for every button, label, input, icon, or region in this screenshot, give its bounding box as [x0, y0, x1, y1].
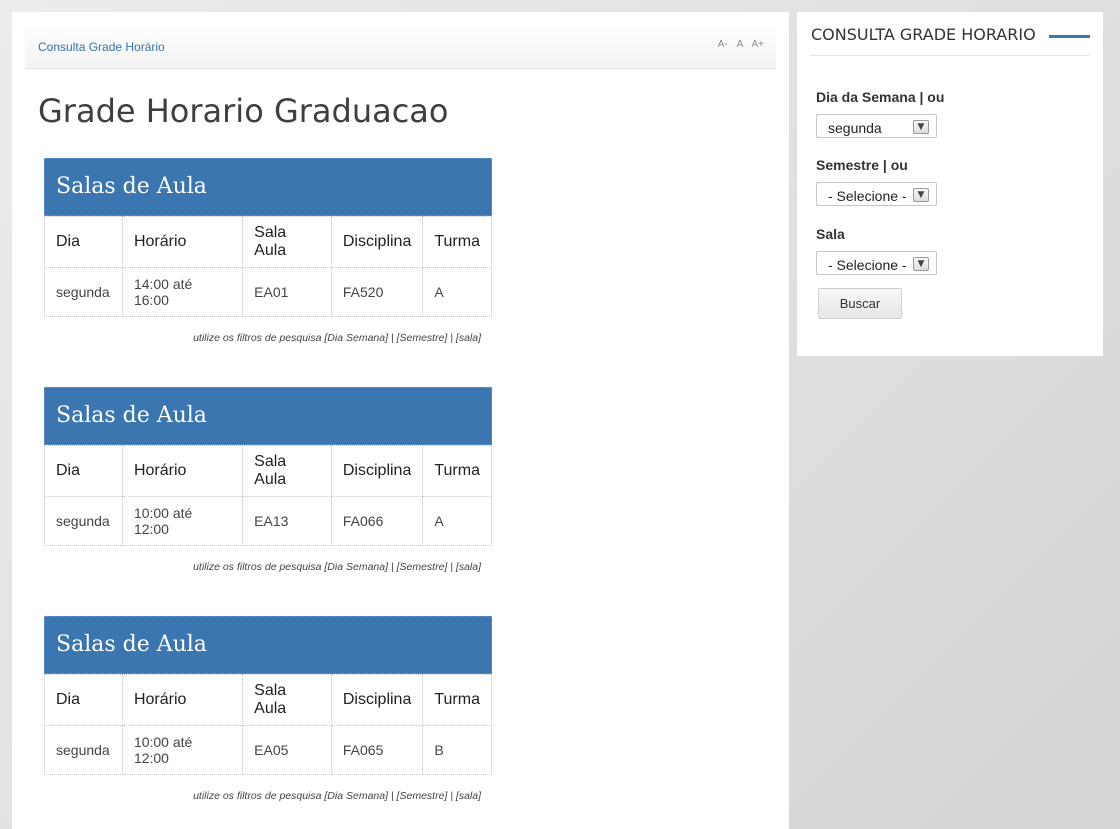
block-header: Salas de Aula — [44, 616, 492, 674]
room-label: Sala — [816, 226, 845, 242]
sidebar-divider — [810, 55, 1090, 56]
chevron-down-icon: ▼ — [913, 120, 929, 134]
filter-note: utilize os filtros de pesquisa [Dia Sema… — [193, 790, 481, 802]
table-cell: EA05 — [242, 725, 332, 775]
column-header: Dia — [44, 674, 123, 726]
table-row: segunda 10:00 até 12:00 EA13 FA066 A — [44, 496, 492, 546]
filter-note: utilize os filtros de pesquisa [Dia Sema… — [193, 561, 481, 573]
table-cell: A — [422, 267, 492, 317]
column-header: Disciplina — [330, 216, 424, 268]
filter-note: utilize os filtros de pesquisa [Dia Sema… — [193, 332, 481, 344]
column-header: Horário — [121, 674, 244, 726]
column-header: Sala Aula — [242, 445, 332, 497]
column-header: Sala Aula — [242, 216, 332, 268]
sidebar-title: CONSULTA GRADE HORARIO — [811, 25, 1036, 44]
table-cell: A — [422, 496, 492, 546]
column-header: Disciplina — [330, 445, 424, 497]
table-cell: EA13 — [242, 496, 332, 546]
table-cell: 14:00 até 16:00 — [121, 267, 244, 317]
table-cell: 10:00 até 12:00 — [121, 725, 244, 775]
table-header-row: Dia Horário Sala Aula Disciplina Turma — [44, 445, 492, 497]
table-cell: segunda — [44, 267, 123, 317]
table-cell: segunda — [44, 496, 123, 546]
semester-label: Semestre | ou — [816, 157, 908, 173]
table-cell: FA520 — [330, 267, 424, 317]
table-cell: FA066 — [330, 496, 424, 546]
main-content: Consulta Grade Horário A- A A+ Grade Hor… — [12, 12, 789, 829]
table-cell: 10:00 até 12:00 — [121, 496, 244, 546]
column-header: Sala Aula — [242, 674, 332, 726]
column-header: Dia — [44, 216, 123, 268]
column-header: Turma — [422, 216, 492, 268]
table-cell: FA065 — [330, 725, 424, 775]
column-header: Turma — [422, 674, 492, 726]
column-header: Horário — [121, 445, 244, 497]
column-header: Horário — [121, 216, 244, 268]
day-select-value: segunda — [828, 120, 882, 136]
schedule-table: Dia Horário Sala Aula Disciplina Turma s… — [44, 674, 492, 775]
table-cell: EA01 — [242, 267, 332, 317]
semester-select[interactable]: - Selecione - ▼ — [816, 182, 937, 206]
font-reset-button[interactable]: A — [737, 39, 743, 50]
search-sidebar: CONSULTA GRADE HORARIO Dia da Semana | o… — [797, 12, 1103, 356]
table-cell: segunda — [44, 725, 123, 775]
room-select-value: - Selecione - — [828, 257, 907, 273]
column-header: Disciplina — [330, 674, 424, 726]
schedule-block: Salas de Aula Dia Horário Sala Aula Disc… — [44, 616, 492, 802]
column-header: Turma — [422, 445, 492, 497]
table-cell: B — [422, 725, 492, 775]
title-accent-line — [1049, 35, 1090, 38]
schedule-table: Dia Horário Sala Aula Disciplina Turma s… — [44, 445, 492, 546]
search-button[interactable]: Buscar — [818, 288, 902, 319]
schedule-block: Salas de Aula Dia Horário Sala Aula Disc… — [44, 158, 492, 344]
breadcrumb-bar: Consulta Grade Horário A- A A+ — [25, 25, 776, 69]
font-increase-button[interactable]: A+ — [751, 39, 764, 50]
day-select[interactable]: segunda ▼ — [816, 114, 937, 138]
table-header-row: Dia Horário Sala Aula Disciplina Turma — [44, 674, 492, 726]
schedule-block: Salas de Aula Dia Horário Sala Aula Disc… — [44, 387, 492, 573]
block-header: Salas de Aula — [44, 158, 492, 216]
semester-select-value: - Selecione - — [828, 188, 907, 204]
font-decrease-button[interactable]: A- — [718, 39, 728, 50]
font-size-controls: A- A A+ — [712, 39, 764, 50]
breadcrumb-link[interactable]: Consulta Grade Horário — [38, 40, 165, 54]
schedule-table: Dia Horário Sala Aula Disciplina Turma s… — [44, 216, 492, 317]
column-header: Dia — [44, 445, 123, 497]
table-header-row: Dia Horário Sala Aula Disciplina Turma — [44, 216, 492, 268]
chevron-down-icon: ▼ — [913, 188, 929, 202]
room-select[interactable]: - Selecione - ▼ — [816, 251, 937, 275]
day-label: Dia da Semana | ou — [816, 89, 945, 105]
chevron-down-icon: ▼ — [913, 257, 929, 271]
table-row: segunda 14:00 até 16:00 EA01 FA520 A — [44, 267, 492, 317]
block-header: Salas de Aula — [44, 387, 492, 445]
page-title: Grade Horario Graduacao — [38, 92, 449, 130]
table-row: segunda 10:00 até 12:00 EA05 FA065 B — [44, 725, 492, 775]
